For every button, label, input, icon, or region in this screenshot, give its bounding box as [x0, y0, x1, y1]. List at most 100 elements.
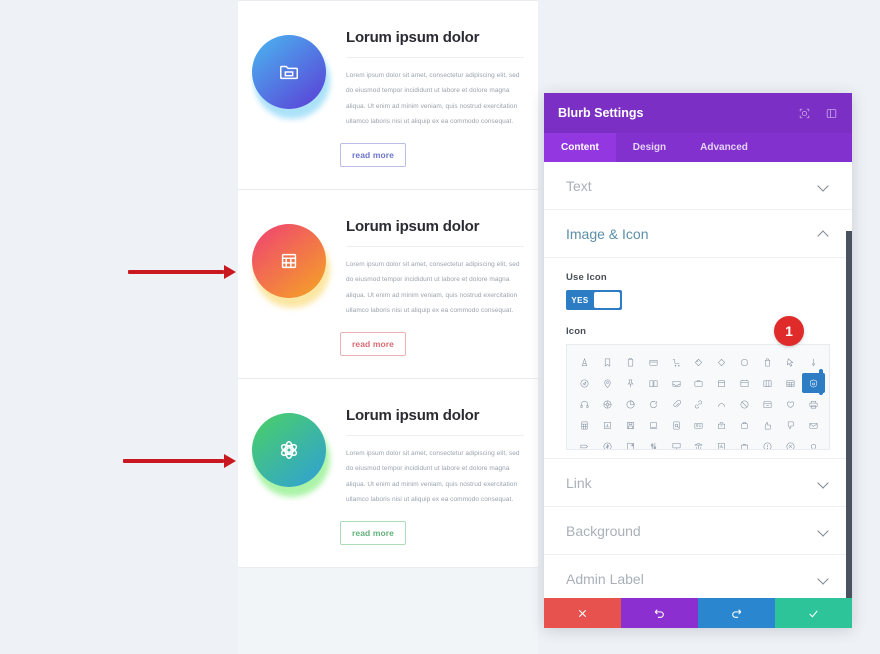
icon-option-book-open-icon[interactable]: [642, 373, 665, 393]
use-icon-toggle[interactable]: YES: [566, 290, 622, 310]
shield-lock-icon: [810, 379, 818, 387]
undo-button[interactable]: [621, 598, 698, 628]
blurb-card[interactable]: Lorum ipsum dolor Lorem ipsum dolor sit …: [238, 0, 538, 191]
table-icon: [695, 442, 703, 449]
section-label: Background: [566, 522, 641, 539]
save-button[interactable]: [775, 598, 852, 628]
icon-option-presentation-icon[interactable]: [665, 436, 688, 449]
card-title: Lorum ipsum dolor: [346, 218, 524, 248]
icon-option-bookmark-icon[interactable]: [596, 352, 619, 372]
icon-option-suitcase-icon[interactable]: [733, 436, 756, 449]
thumbs-up-icon: [765, 421, 772, 429]
icon-option-thumbs-down-icon[interactable]: [779, 415, 802, 435]
icon-option-compass-icon[interactable]: [573, 373, 596, 393]
icon-option-refresh-icon[interactable]: [642, 394, 665, 414]
icon-option-pushpin-icon[interactable]: [619, 373, 642, 393]
icon-option-briefcase-small-icon[interactable]: [733, 415, 756, 435]
icon-option-file-search-icon[interactable]: [665, 415, 688, 435]
icon-option-paperclip-icon[interactable]: [665, 394, 688, 414]
trash-icon: [765, 358, 771, 366]
section-label: Image & Icon: [566, 225, 649, 242]
icon-option-label-icon[interactable]: [573, 436, 596, 449]
grid-icon: [281, 253, 297, 269]
icon-option-headphones-icon[interactable]: [573, 394, 596, 414]
section-background[interactable]: Background: [544, 507, 852, 555]
icon-option-calculator-icon[interactable]: [573, 415, 596, 435]
modal-tabs: Content Design Advanced: [544, 133, 852, 162]
icon-option-thumbs-up-icon[interactable]: [756, 415, 779, 435]
icon-option-briefcase-icon[interactable]: [688, 373, 711, 393]
icon-option-card-icon[interactable]: [642, 352, 665, 372]
thumbs-down-icon: [788, 421, 795, 429]
page-preview-column: Lorum ipsum dolor Lorem ipsum dolor sit …: [238, 0, 538, 654]
icon-option-laptop-icon[interactable]: [642, 415, 665, 435]
icon-option-bulb-icon[interactable]: [802, 436, 825, 449]
tab-design[interactable]: Design: [616, 133, 683, 162]
icon-option-calendar-grid-icon[interactable]: [779, 373, 802, 393]
modal-title: Blurb Settings: [558, 106, 644, 120]
modal-scrollbar[interactable]: [846, 231, 852, 598]
icon-grid-scrollbar[interactable]: [819, 369, 823, 395]
icon-option-id-card-icon[interactable]: [688, 415, 711, 435]
blurb-card[interactable]: Lorum ipsum dolor Lorem ipsum dolor sit …: [238, 379, 538, 569]
icon-option-film-icon[interactable]: [756, 373, 779, 393]
icon-option-sliders-icon[interactable]: [642, 436, 665, 449]
icon-option-inbox-icon[interactable]: [665, 373, 688, 393]
card-body-text: Lorem ipsum dolor sit amet, consectetur …: [346, 261, 520, 314]
arrow-shaft: [123, 459, 224, 463]
layout-panel-icon[interactable]: [825, 107, 838, 120]
icon-option-cart-icon[interactable]: [665, 352, 688, 372]
icon-option-tag-icon[interactable]: [688, 352, 711, 372]
screen-root: Lorum ipsum dolor Lorem ipsum dolor sit …: [0, 0, 880, 654]
blurb-card[interactable]: Lorum ipsum dolor Lorem ipsum dolor sit …: [238, 190, 538, 380]
section-admin-label[interactable]: Admin Label: [544, 555, 852, 598]
expand-icon[interactable]: [798, 107, 811, 120]
section-image-icon[interactable]: Image & Icon: [544, 210, 852, 258]
tab-advanced[interactable]: Advanced: [683, 133, 765, 162]
cone-icon: [581, 357, 588, 366]
chevron-down-icon: [819, 527, 830, 534]
icon-option-link-icon[interactable]: [688, 394, 711, 414]
icon-option-calendar-icon[interactable]: [733, 373, 756, 393]
icon-option-envelope-icon[interactable]: [802, 415, 825, 435]
icon-option-cone-icon[interactable]: [573, 352, 596, 372]
icon-option-box-icon[interactable]: [710, 373, 733, 393]
icon-picker: [566, 344, 830, 450]
icon-option-floppy-disk-icon[interactable]: [619, 415, 642, 435]
tab-content[interactable]: Content: [544, 133, 616, 162]
redo-button[interactable]: [698, 598, 775, 628]
icon-option-close-circle-icon[interactable]: [779, 436, 802, 449]
icon-option-table-icon[interactable]: [688, 436, 711, 449]
icon-option-export-icon[interactable]: [619, 436, 642, 449]
icon-option-chart-square-icon[interactable]: [710, 436, 733, 449]
icon-option-dollar-circle-icon[interactable]: [596, 436, 619, 449]
icon-option-tag-outline-icon[interactable]: [710, 352, 733, 372]
sliders-icon: [650, 442, 656, 449]
icon-option-printer-icon[interactable]: [802, 394, 825, 414]
icon-option-alert-circle-icon[interactable]: [756, 436, 779, 449]
icon-option-lifebuoy-icon[interactable]: [596, 394, 619, 414]
icon-option-clipboard-icon[interactable]: [619, 352, 642, 372]
section-label: Link: [566, 474, 592, 491]
icon-option-pie-chart-icon[interactable]: [619, 394, 642, 414]
read-more-button[interactable]: read more: [340, 521, 407, 546]
printer-icon: [809, 400, 818, 408]
icon-option-cursor-icon[interactable]: [779, 352, 802, 372]
paperclip-icon: [672, 399, 681, 407]
cancel-button[interactable]: [544, 598, 621, 628]
callout-badge-1: 1: [774, 316, 804, 346]
icon-option-heart-icon[interactable]: [779, 394, 802, 414]
icon-option-tag-round-icon[interactable]: [733, 352, 756, 372]
read-more-button[interactable]: read more: [340, 143, 407, 168]
section-text[interactable]: Text: [544, 162, 852, 210]
bulb-icon: [810, 443, 817, 449]
icon-option-archive-icon[interactable]: [756, 394, 779, 414]
icon-option-bar-chart-icon[interactable]: [596, 415, 619, 435]
icon-option-trash-icon[interactable]: [756, 352, 779, 372]
icon-option-arc-icon[interactable]: [710, 394, 733, 414]
section-link[interactable]: Link: [544, 459, 852, 507]
icon-option-no-entry-icon[interactable]: [733, 394, 756, 414]
read-more-button[interactable]: read more: [340, 332, 407, 357]
icon-option-location-pin-icon[interactable]: [596, 373, 619, 393]
icon-option-lock-box-icon[interactable]: [710, 415, 733, 435]
